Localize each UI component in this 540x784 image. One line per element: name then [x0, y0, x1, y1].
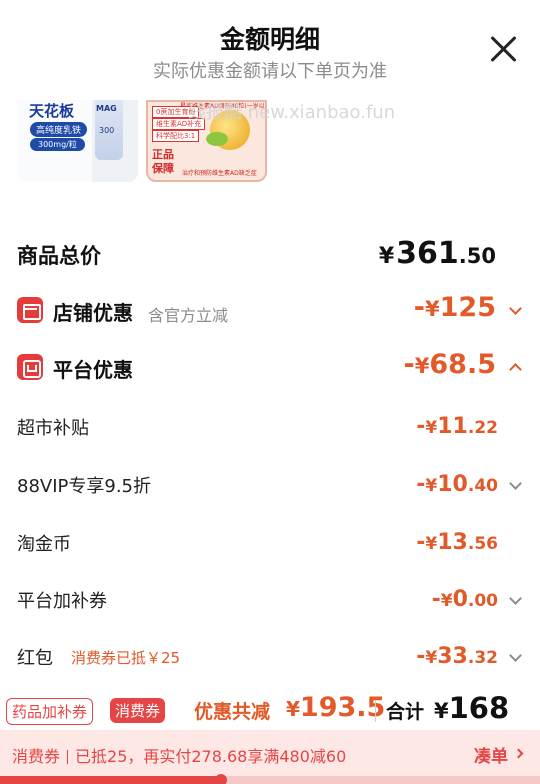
chevron-down-icon[interactable]	[509, 302, 522, 315]
currency-symbol: ¥	[425, 418, 438, 438]
total-savings-value: ¥193.5	[286, 692, 385, 723]
platform-discount-value[interactable]: -¥68.5	[404, 349, 496, 380]
chevron-down-icon[interactable]	[509, 649, 522, 662]
store-discount-label: 店铺优惠	[53, 301, 133, 325]
add-items-button[interactable]: 凑单	[474, 742, 508, 767]
amount-int: 13	[437, 530, 468, 555]
currency-symbol: ¥	[434, 699, 449, 723]
product-tag: 高纯度乳铁	[30, 122, 88, 137]
currency-symbol: ¥	[440, 591, 453, 611]
currency-symbol: ¥	[286, 697, 300, 721]
amount-dec: .32	[467, 648, 498, 668]
discount-item-value: -¥13.56	[416, 530, 498, 555]
discount-item-value[interactable]: -¥10.40	[416, 472, 498, 497]
discount-item-label: 88VIP专享9.5折	[17, 476, 152, 497]
progress-knob	[215, 774, 228, 784]
store-discount-note: 含官方立减	[148, 306, 229, 325]
discount-item-value[interactable]: -¥0.00	[432, 587, 498, 612]
discount-item-label: 平台加补券	[17, 591, 107, 612]
close-icon[interactable]	[489, 34, 519, 64]
chevron-up-icon[interactable]	[509, 363, 522, 376]
amount-dec: .22	[467, 418, 498, 438]
minus-sign: -	[403, 349, 415, 380]
total-price-value: ¥361.50	[379, 236, 496, 271]
coupon-tag: 消费券	[12, 747, 61, 766]
platform-icon	[17, 354, 43, 380]
divider	[375, 700, 376, 722]
amount-int: 11	[437, 414, 468, 439]
discount-item-value[interactable]: -¥33.32	[416, 644, 498, 669]
watermark: 线报酷 new.xianbao.fun	[188, 102, 396, 123]
amount-dec: .40	[467, 476, 498, 496]
authentic-badge: 正品保障	[152, 148, 174, 175]
store-discount-value[interactable]: -¥125	[414, 292, 496, 323]
product-tag: 科学配比3:1	[152, 130, 200, 142]
amount-int: 33	[437, 644, 468, 669]
product-thumbnail[interactable]: 天花板 高纯度乳铁 300mg/粒 MAG 300	[17, 100, 138, 182]
total-price-dec: .50	[458, 244, 496, 268]
bottle-brand: MAG	[96, 104, 117, 113]
currency-symbol: ¥	[378, 244, 395, 269]
coupon-progress-text: 消费券 已抵25，再实付278.68享满480减60	[12, 743, 346, 767]
leaf-image	[206, 132, 228, 146]
chevron-down-icon[interactable]	[509, 592, 522, 605]
coupon-message: 已抵25，再实付278.68享满480减60	[75, 747, 347, 766]
header: 金额明细 实际优惠金额请以下单页为准	[0, 0, 540, 96]
consumer-coupon-chip[interactable]: 消费券	[110, 698, 166, 723]
currency-symbol: ¥	[425, 297, 440, 321]
product-name: 天花板	[29, 102, 75, 120]
product-caption: 治疗和预防维生素AD缺乏症	[182, 170, 257, 177]
currency-symbol: ¥	[425, 476, 438, 496]
chevron-right-icon[interactable]	[513, 748, 524, 759]
store-discount-amount: 125	[439, 292, 496, 323]
bottle-number: 300	[99, 126, 115, 135]
total-price-int: 361	[396, 236, 459, 271]
savings-amount: 193.5	[299, 692, 386, 723]
currency-symbol: ¥	[425, 648, 438, 668]
discount-item-label: 超市补贴	[17, 418, 89, 439]
coupon-progress-bar: 消费券 已抵25，再实付278.68享满480减60 凑单	[0, 730, 540, 776]
amount-dec: .00	[467, 591, 498, 611]
minus-sign: -	[413, 292, 425, 323]
amount-int: 10	[437, 472, 468, 497]
sum-amount: 168	[448, 691, 510, 725]
product-tag: 300mg/粒	[30, 138, 85, 151]
total-savings-label: 优惠共减	[194, 701, 271, 723]
discount-item-label: 淘金币	[17, 534, 71, 555]
sum-label: 合计	[386, 701, 425, 723]
checkout-bar: 药品加补券 消费券 优惠共减 ¥193.5 合计 ¥168	[0, 688, 540, 730]
store-icon	[17, 297, 43, 323]
total-price-label: 商品总价	[17, 244, 101, 268]
progress-fill	[0, 776, 222, 784]
discount-item-label: 红包	[17, 648, 53, 669]
chevron-down-icon[interactable]	[509, 477, 522, 490]
amount-int: 0	[452, 587, 468, 612]
platform-discount-label: 平台优惠	[53, 358, 133, 382]
minus-sign: -	[431, 587, 441, 612]
discount-item-value: -¥11.22	[416, 414, 498, 439]
amount-dec: .56	[467, 534, 498, 554]
separator	[67, 750, 69, 764]
page-title: 金额明细	[219, 25, 320, 54]
red-packet-note: 消费券已抵￥25	[71, 649, 181, 667]
medicine-coupon-chip[interactable]: 药品加补券	[6, 698, 94, 725]
page-subtitle: 实际优惠金额请以下单页为准	[153, 61, 387, 82]
platform-discount-amount: 68.5	[429, 349, 496, 380]
sum-value: ¥168	[434, 691, 509, 725]
currency-symbol: ¥	[414, 354, 430, 378]
currency-symbol: ¥	[425, 534, 438, 554]
